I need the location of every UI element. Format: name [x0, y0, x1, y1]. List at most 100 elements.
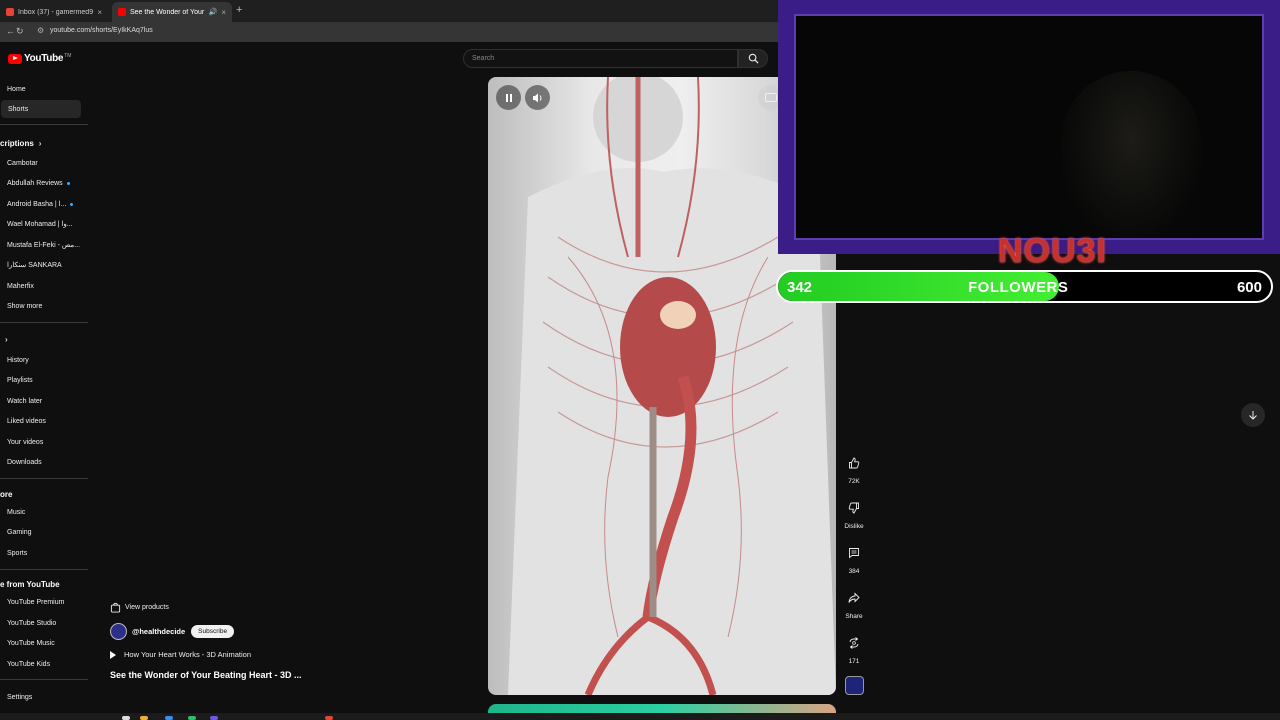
sidebar-item-shorts[interactable]: Shorts: [1, 100, 81, 118]
sidebar-show-more[interactable]: Show more: [0, 297, 88, 315]
thumbs-up-icon: [849, 457, 860, 469]
reload-icon[interactable]: ↻: [16, 26, 24, 37]
close-icon[interactable]: ×: [97, 8, 102, 17]
volume-button[interactable]: [525, 85, 550, 110]
chevron-right-icon: ›: [5, 335, 8, 344]
sidebar-item-home[interactable]: Home: [0, 80, 88, 98]
logo-wordmark: YouTube: [24, 53, 64, 64]
sidebar-item-subscription[interactable]: Mustafa El-Feki - مص...: [0, 236, 88, 254]
back-icon[interactable]: ←: [6, 26, 15, 36]
subscriptions-header-label: criptions: [0, 139, 34, 148]
followers-label: FOLLOWERS: [968, 279, 1069, 296]
subscriptions-header[interactable]: criptions ›: [0, 139, 41, 148]
view-products-button[interactable]: View products: [110, 600, 169, 614]
sidebar-divider: [0, 478, 88, 479]
share-label: Share: [845, 613, 863, 620]
remix-button[interactable]: [841, 630, 867, 656]
sidebar-divider: [0, 569, 88, 570]
search-icon: [748, 53, 759, 64]
taskbar-app-icon[interactable]: [122, 716, 130, 720]
tab-label: See the Wonder of Your Be: [130, 8, 206, 16]
sidebar-item-your-videos[interactable]: Your videos: [0, 433, 88, 451]
followers-goal: 600: [1236, 279, 1262, 296]
youtube-logo[interactable]: YouTube TM: [8, 53, 71, 64]
share-action: Share: [840, 585, 868, 620]
subscribe-button[interactable]: Subscribe: [191, 625, 235, 638]
youtube-icon: [118, 8, 126, 16]
streamer-name: NOU3I: [998, 232, 1107, 270]
taskbar-app-icon[interactable]: [165, 716, 173, 720]
next-short-button[interactable]: [1241, 403, 1265, 427]
view-products-label: View products: [125, 603, 169, 611]
like-count: 72K: [848, 478, 860, 485]
audio-playing-icon[interactable]: 🔊: [209, 8, 218, 16]
like-button[interactable]: [841, 450, 867, 476]
arrow-down-icon: [1249, 411, 1257, 420]
comments-action: 384: [840, 540, 868, 575]
share-button[interactable]: [841, 585, 867, 611]
taskbar-app-icon[interactable]: [210, 716, 218, 720]
pause-button[interactable]: [496, 85, 521, 110]
sidebar-item-history[interactable]: History: [0, 351, 88, 369]
sidebar-item-downloads[interactable]: Downloads: [0, 453, 88, 471]
new-content-dot: [70, 202, 74, 206]
logo-trademark: TM: [64, 52, 72, 59]
subscription-label: Abdullah Reviews: [7, 179, 63, 187]
webcam-feed: [794, 14, 1264, 240]
new-tab-button[interactable]: +: [236, 4, 242, 16]
comment-icon: [849, 548, 859, 559]
shopping-bag-icon: [110, 602, 121, 613]
sidebar-item-youtube-premium[interactable]: YouTube Premium: [0, 593, 88, 611]
site-info-icon[interactable]: ⚙: [37, 26, 44, 35]
url-field[interactable]: youtube.com/shorts/EyIkKAq7lus: [50, 27, 153, 34]
youtube-play-icon: [8, 53, 22, 64]
channel-row: @healthdecide Subscribe: [110, 623, 235, 640]
taskbar-app-icon[interactable]: [140, 716, 148, 720]
explore-header: ore: [0, 490, 13, 499]
channel-name[interactable]: @healthdecide: [132, 627, 185, 636]
sidebar-item-music[interactable]: Music: [0, 503, 88, 521]
tab-inbox[interactable]: Inbox (37) - gamermed97@gm ×: [0, 2, 108, 22]
sidebar-item-youtube-kids[interactable]: YouTube Kids: [0, 655, 88, 673]
tab-youtube-short[interactable]: See the Wonder of Your Be 🔊 ×: [112, 2, 232, 22]
sidebar-item-subscription[interactable]: سنكارا SANKARA: [0, 256, 88, 274]
dislike-button[interactable]: [841, 495, 867, 521]
sidebar-item-liked-videos[interactable]: Liked videos: [0, 412, 88, 430]
new-content-dot: [66, 181, 70, 185]
pause-icon: [505, 93, 512, 102]
channel-thumbnail[interactable]: [845, 676, 864, 695]
sidebar-item-subscription[interactable]: Android Basha | ا...: [0, 195, 88, 213]
dislike-action: Dislike: [840, 495, 868, 530]
sidebar-item-subscription[interactable]: Cambotar: [0, 154, 88, 172]
comments-button[interactable]: [841, 540, 867, 566]
sidebar-item-settings[interactable]: Settings: [0, 688, 88, 706]
channel-avatar[interactable]: [110, 623, 127, 640]
dislike-label: Dislike: [844, 523, 864, 530]
sidebar-item-youtube-studio[interactable]: YouTube Studio: [0, 614, 88, 632]
close-icon[interactable]: ×: [221, 8, 226, 17]
subscription-label: Android Basha | ا...: [7, 201, 67, 208]
you-header[interactable]: ›: [0, 335, 8, 344]
related-video-link[interactable]: How Your Heart Works - 3D Animation: [110, 650, 251, 659]
search-input[interactable]: Search: [463, 49, 738, 68]
sidebar-item-gaming[interactable]: Gaming: [0, 523, 88, 541]
sidebar-item-subscription[interactable]: Maherfix: [0, 277, 88, 295]
followers-current: 342: [787, 279, 813, 296]
short-title[interactable]: See the Wonder of Your Beating Heart - 3…: [110, 670, 302, 680]
sidebar-item-sports[interactable]: Sports: [0, 544, 88, 562]
tab-label: Inbox (37) - gamermed97@gm: [18, 8, 94, 16]
search-button[interactable]: [738, 49, 768, 68]
sidebar-item-subscription[interactable]: Abdullah Reviews: [0, 174, 88, 192]
sidebar-item-youtube-music[interactable]: YouTube Music: [0, 634, 88, 652]
taskbar-app-icon[interactable]: [188, 716, 196, 720]
remix-count: 171: [848, 658, 860, 665]
like-action: 72K: [840, 450, 868, 485]
sidebar-item-playlists[interactable]: Playlists: [0, 371, 88, 389]
thumbs-down-icon: [848, 502, 859, 514]
sidebar-divider: [0, 124, 88, 125]
more-from-youtube-header: e from YouTube: [0, 580, 60, 589]
sidebar-item-watch-later[interactable]: Watch later: [0, 392, 88, 410]
related-video-title: How Your Heart Works - 3D Animation: [124, 650, 251, 659]
sidebar-item-subscription[interactable]: Wael Mohamad | وا...: [0, 215, 88, 233]
taskbar-app-icon[interactable]: [325, 716, 333, 720]
